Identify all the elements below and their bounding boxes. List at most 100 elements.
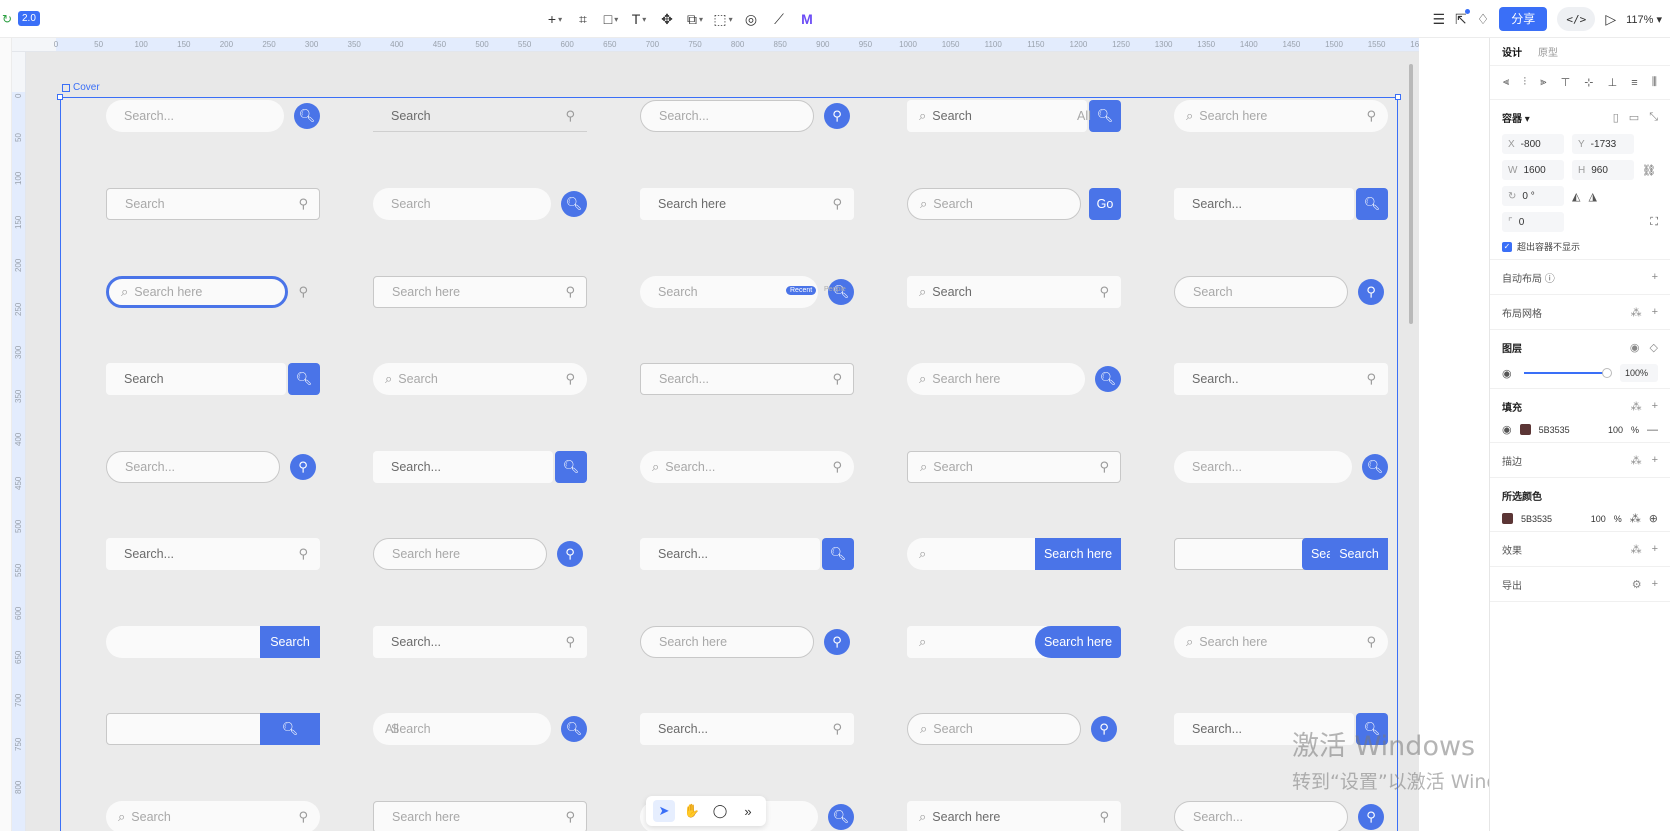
search-input[interactable]: ⌕ Search... — [640, 451, 854, 483]
design-canvas[interactable]: Cover Search... 🔍︎ Search ⚲ Search... ⚲ ⌕ Searc… — [26, 52, 1419, 831]
target-icon[interactable]: ⊕ — [1649, 512, 1658, 525]
add-icon[interactable]: + — [1652, 543, 1658, 556]
search-input[interactable]: ⌕ Search — [907, 100, 1087, 132]
radius-field[interactable]: ⌜ 0 — [1502, 212, 1564, 232]
play-icon[interactable]: ▷ — [1605, 11, 1616, 28]
search-button[interactable]: 🔍︎ — [1089, 100, 1121, 132]
search-input[interactable]: Search... — [640, 100, 814, 132]
search-input[interactable]: ⌕ Search here — [106, 276, 288, 308]
layer-opacity-field[interactable]: 100% — [1620, 364, 1658, 382]
search-input[interactable]: ⌕ Search here — [1174, 626, 1388, 658]
search-input[interactable]: ⌕ Search — [106, 801, 320, 831]
search-input[interactable]: Search.. — [1174, 363, 1388, 395]
fit-icon[interactable]: ⤡ — [1649, 111, 1658, 124]
flip-h-icon[interactable]: ◭ — [1572, 190, 1580, 203]
frame-label[interactable]: Cover — [62, 82, 100, 93]
fill-hex[interactable]: 5B3535 — [1539, 425, 1600, 435]
search-input[interactable]: Search... — [373, 451, 553, 483]
search-input[interactable]: Search — [373, 100, 587, 132]
left-panel-collapsed[interactable] — [0, 38, 12, 831]
pointer-icon[interactable]: ➤ — [653, 800, 675, 822]
search-button[interactable]: ⚲ — [1091, 716, 1117, 742]
go-button[interactable]: Go — [1089, 188, 1121, 220]
search-button[interactable]: ⚲ — [1358, 804, 1384, 830]
rotation-field[interactable]: ↻ 0 ° — [1502, 186, 1564, 206]
remove-icon[interactable]: — — [1647, 424, 1658, 436]
add-icon[interactable]: + — [1652, 578, 1658, 591]
add-icon[interactable]: + — [1652, 271, 1658, 283]
shape-tool-icon[interactable]: □ ▾ — [600, 9, 622, 29]
search-input[interactable]: Search — [106, 363, 286, 395]
search-input[interactable]: Search here — [373, 538, 547, 570]
search-input[interactable]: Search... — [640, 363, 854, 395]
recent-chip[interactable]: Recent — [786, 286, 817, 295]
drop-icon[interactable]: ◇ — [1650, 341, 1658, 354]
search-button[interactable]: ⚲ — [1358, 279, 1384, 305]
search-input[interactable]: Search here — [373, 276, 587, 308]
search-button[interactable]: ⚲ — [290, 454, 316, 480]
blend-icon[interactable]: ◉ — [1630, 341, 1640, 354]
search-button[interactable]: ⚲ — [824, 629, 850, 655]
settings-icon[interactable]: ⚙ — [1632, 578, 1642, 591]
style-icon[interactable]: ⁂ — [1631, 400, 1642, 413]
x-field[interactable]: X -800 — [1502, 134, 1564, 154]
search-button[interactable]: 🔍︎ — [1362, 454, 1388, 480]
align-top-icon[interactable]: ⊤ — [1561, 76, 1571, 89]
eye-icon[interactable]: ◉ — [1502, 423, 1512, 436]
search-input[interactable]: Search — [373, 188, 551, 220]
mask-tool-icon[interactable]: ⬚ ▾ — [712, 9, 734, 29]
search-button[interactable]: ⚲ — [557, 541, 583, 567]
search-button[interactable]: ⚲ — [824, 103, 850, 129]
search-input[interactable]: Search... — [1174, 188, 1354, 220]
corner-expand-icon[interactable]: ⛶ — [1650, 216, 1658, 229]
search-input[interactable]: Search — [373, 713, 551, 745]
align-left-icon[interactable]: ⫷ — [1503, 76, 1509, 89]
style-icon[interactable]: ⁂ — [1630, 512, 1641, 525]
export-icon[interactable]: ⇱ — [1455, 8, 1470, 28]
layout-icon[interactable]: ☰ — [1432, 11, 1445, 28]
crop-tool-icon[interactable]: ⟋ — [768, 9, 790, 29]
hand-icon[interactable]: ✋ — [681, 800, 703, 822]
search-input[interactable]: Search... — [1174, 801, 1348, 831]
search-input[interactable]: ⌕ Search here — [907, 363, 1085, 395]
prototype-tool-icon[interactable]: ◎ — [740, 9, 762, 29]
resize-handle[interactable] — [57, 94, 63, 100]
align-middle-icon[interactable]: ⊹ — [1584, 76, 1593, 89]
search-button[interactable]: 🔍︎ — [294, 103, 320, 129]
search-input[interactable]: Search — [106, 188, 320, 220]
search-input[interactable] — [106, 626, 284, 658]
app-logo-icon[interactable]: ↻ — [2, 12, 12, 26]
people-chip[interactable]: People — [824, 286, 846, 293]
search-input[interactable]: Search... — [106, 451, 280, 483]
y-field[interactable]: Y -1733 — [1572, 134, 1634, 154]
align-bottom-icon[interactable]: ⊥ — [1608, 76, 1618, 89]
search-button[interactable]: 🔍︎ — [561, 716, 587, 742]
eye-icon[interactable]: ◉ — [1502, 367, 1512, 380]
landscape-icon[interactable]: ▭ — [1629, 111, 1639, 124]
search-input[interactable]: Search here — [640, 626, 814, 658]
search-input[interactable]: ⌕ Search here — [907, 801, 1121, 831]
style-icon[interactable]: ⁂ — [1631, 543, 1642, 556]
style-icon[interactable]: ⁂ — [1631, 454, 1642, 467]
search-input[interactable]: ⌕ Search — [907, 713, 1081, 745]
search-input[interactable]: Search here — [373, 801, 587, 831]
hint-icon[interactable]: ♢ — [1477, 11, 1490, 28]
search-input[interactable]: Search — [1174, 276, 1348, 308]
resize-handle[interactable] — [1395, 94, 1401, 100]
grid-style-icon[interactable]: ⁂ — [1631, 306, 1642, 319]
zoom-level[interactable]: 117% ▾ — [1626, 13, 1662, 26]
align-center-icon[interactable]: ⫶ — [1523, 76, 1526, 89]
distribute-h-icon[interactable]: ⫼ — [1652, 76, 1657, 89]
search-button[interactable]: 🔍︎ — [1356, 188, 1388, 220]
search-button[interactable]: 🔍︎ — [1095, 366, 1121, 392]
fill-opacity[interactable]: 100 — [1608, 425, 1623, 435]
category-dropdown[interactable]: All — [385, 722, 399, 736]
selected-opacity[interactable]: 100 — [1591, 514, 1606, 524]
search-here-button[interactable]: Search here — [1035, 538, 1121, 570]
search-input[interactable]: Search... — [373, 626, 587, 658]
add-icon[interactable]: + — [1652, 454, 1658, 467]
add-icon[interactable]: + — [1652, 400, 1658, 413]
code-mode-toggle[interactable]: </> — [1557, 7, 1596, 31]
share-button[interactable]: 分享 — [1499, 7, 1548, 31]
search-input[interactable]: ⌕ Search — [907, 451, 1121, 483]
